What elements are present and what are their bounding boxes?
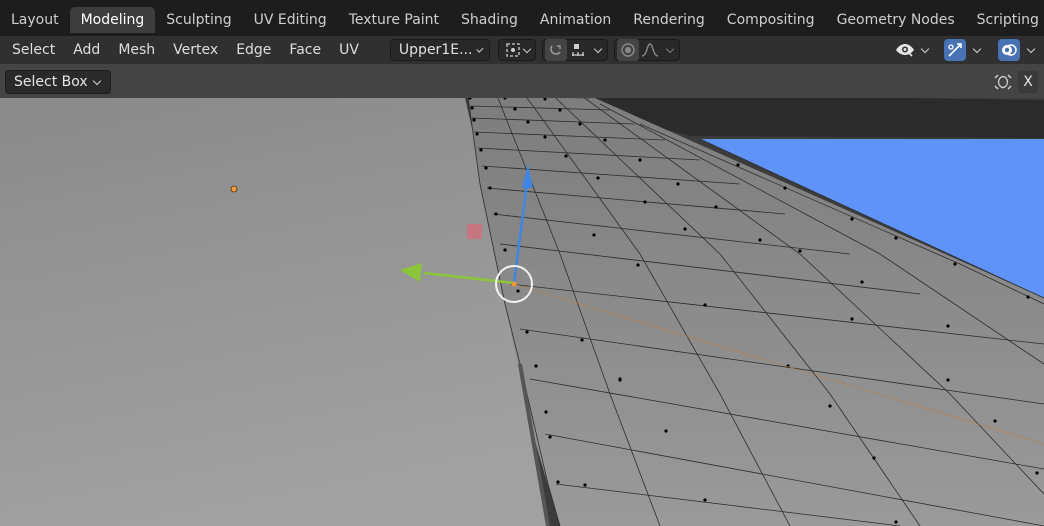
- tab-geometry-nodes[interactable]: Geometry Nodes: [826, 7, 966, 33]
- chevron-down-icon: [476, 45, 484, 52]
- view-controls: [892, 39, 1044, 61]
- overlay-group: [996, 39, 1038, 61]
- chevron-down-icon: [920, 44, 930, 53]
- gizmo-group: [942, 39, 984, 61]
- tab-animation[interactable]: Animation: [529, 7, 622, 33]
- pivot-point-dropdown[interactable]: [497, 39, 536, 61]
- menu-face[interactable]: Face: [280, 42, 330, 58]
- tab-shading[interactable]: Shading: [450, 7, 529, 33]
- snap-increment-icon[interactable]: [567, 39, 589, 61]
- viewport-header: Select Add Mesh Vertex Edge Face UV Uppe…: [0, 36, 1044, 64]
- plane-handle[interactable]: [467, 224, 482, 239]
- proportional-group: [613, 39, 680, 61]
- tab-scripting[interactable]: Scripting: [966, 7, 1044, 33]
- chevron-down-icon[interactable]: [665, 44, 675, 53]
- tab-compositing[interactable]: Compositing: [716, 7, 826, 33]
- snap-group: [541, 39, 608, 61]
- tool-header: Select Box X: [0, 64, 1044, 98]
- gizmo-center-dot: [511, 281, 517, 287]
- visibility-group[interactable]: [892, 39, 932, 61]
- viewport-scene[interactable]: [0, 64, 1044, 526]
- object-origin-dot[interactable]: [230, 185, 238, 193]
- menu-mesh[interactable]: Mesh: [109, 42, 164, 58]
- 3d-viewport[interactable]: Select Box X: [0, 64, 1044, 526]
- proportional-edit-icon[interactable]: [616, 39, 639, 61]
- left-surface: [0, 98, 548, 526]
- menu-edge[interactable]: Edge: [227, 42, 280, 58]
- tab-uv-editing[interactable]: UV Editing: [243, 7, 338, 33]
- menu-add[interactable]: Add: [64, 42, 109, 58]
- gizmo-icon[interactable]: [944, 39, 966, 61]
- tab-sculpting[interactable]: Sculpting: [155, 7, 242, 33]
- chevron-down-icon: [522, 44, 532, 53]
- chevron-down-icon[interactable]: [972, 44, 982, 53]
- object-dropdown[interactable]: Upper1E...: [389, 39, 490, 61]
- transform-gizmo-icon[interactable]: [992, 72, 1014, 92]
- chevron-down-icon: [92, 76, 101, 85]
- snap-magnet-icon[interactable]: [544, 39, 567, 61]
- tab-layout[interactable]: Layout: [0, 7, 70, 33]
- menu-uv[interactable]: UV: [330, 42, 368, 58]
- falloff-curve-icon[interactable]: [639, 39, 661, 61]
- tab-rendering[interactable]: Rendering: [622, 7, 716, 33]
- menu-select[interactable]: Select: [0, 42, 64, 58]
- chevron-down-icon[interactable]: [593, 44, 603, 53]
- tab-texture-paint[interactable]: Texture Paint: [338, 7, 450, 33]
- chevron-down-icon[interactable]: [1026, 44, 1036, 53]
- workspace-tabs: Layout Modeling Sculpting UV Editing Tex…: [0, 0, 1044, 36]
- select-box-label: Select Box: [14, 74, 88, 90]
- eye-icon: [894, 39, 916, 61]
- tool-header-background: [0, 64, 1044, 98]
- close-button[interactable]: X: [1018, 71, 1038, 93]
- tab-modeling[interactable]: Modeling: [69, 7, 156, 33]
- object-dropdown-label: Upper1E...: [398, 42, 473, 58]
- pivot-point-icon: [502, 39, 523, 61]
- overlay-icon[interactable]: [998, 39, 1020, 61]
- select-box-dropdown[interactable]: Select Box: [5, 70, 111, 94]
- menu-vertex[interactable]: Vertex: [164, 42, 227, 58]
